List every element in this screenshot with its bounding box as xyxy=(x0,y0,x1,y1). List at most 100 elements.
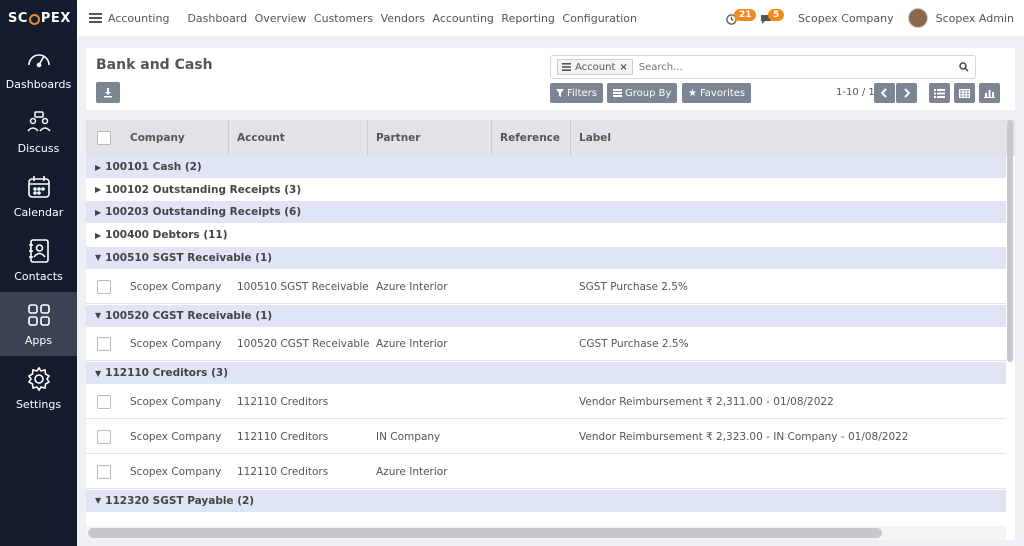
menu-item-accounting[interactable]: Accounting xyxy=(432,12,493,25)
logo-text-left: SC xyxy=(8,10,28,26)
column-header-company[interactable]: Company xyxy=(122,120,229,156)
group-label: 112110 Creditors (3) xyxy=(105,367,228,380)
row-checkbox-cell xyxy=(97,327,111,361)
sidebar-item-label: Discuss xyxy=(17,141,60,155)
menu-toggle-icon[interactable] xyxy=(89,13,102,23)
menu-item-overview[interactable]: Overview xyxy=(255,12,307,25)
menu-item-vendors[interactable]: Vendors xyxy=(381,12,425,25)
search-bar[interactable]: Account × Search... xyxy=(550,55,976,79)
group-label: 100520 CGST Receivable (1) xyxy=(105,309,273,322)
row-checkbox[interactable] xyxy=(97,394,111,409)
list-view-button[interactable] xyxy=(929,83,950,103)
row-checkbox-cell xyxy=(97,455,111,489)
download-button[interactable] xyxy=(96,82,120,103)
sidebar-item-contacts[interactable]: Contacts xyxy=(0,228,77,292)
column-header-account[interactable]: Account xyxy=(229,120,368,156)
menu-item-reporting[interactable]: Reporting xyxy=(501,12,554,25)
user-menu[interactable]: Scopex Admin xyxy=(936,12,1014,25)
group-row[interactable]: ▶ 100102 Outstanding Receipts (3) xyxy=(86,178,1006,201)
row-checkbox-cell xyxy=(97,270,111,304)
caret-right-icon: ▶ xyxy=(95,207,102,217)
menu-item-customers[interactable]: Customers xyxy=(314,12,373,25)
caret-right-icon: ▶ xyxy=(95,185,102,195)
group-by-button[interactable]: Group By xyxy=(607,83,678,103)
group-row[interactable]: ▼ 112320 SGST Payable (2) xyxy=(86,489,1006,512)
cell-label: Vendor Reimbursement ₹ 2,311.00 - 01/08/… xyxy=(579,395,834,408)
cell-partner: Azure Interior xyxy=(376,465,448,478)
cell-label: CGST Purchase 2.5% xyxy=(579,338,689,351)
graph-view-button[interactable] xyxy=(979,83,1000,103)
column-header-label[interactable]: Label xyxy=(571,120,1006,156)
group-row[interactable]: ▶ 100101 Cash (2) xyxy=(86,156,1006,178)
layers-icon xyxy=(613,89,622,97)
group-label: 100102 Outstanding Receipts (3) xyxy=(105,183,302,196)
sidebar-item-discuss[interactable]: Discuss xyxy=(0,100,77,164)
sidebar-item-dashboards[interactable]: Dashboards xyxy=(0,36,77,100)
apps-grid-icon xyxy=(27,303,50,326)
group-row[interactable]: ▼ 100520 CGST Receivable (1) xyxy=(86,304,1006,327)
row-checkbox[interactable] xyxy=(97,337,111,352)
table-row[interactable]: Scopex Company 112110 Creditors Azure Inte… xyxy=(86,455,1006,489)
facet-remove-icon[interactable]: × xyxy=(619,62,627,73)
cell-partner: IN Company xyxy=(376,430,441,443)
group-row[interactable]: ▶ 100400 Debtors (11) xyxy=(86,224,1006,247)
menu-item-dashboard[interactable]: Dashboard xyxy=(187,12,247,25)
column-header-partner[interactable]: Partner xyxy=(368,120,492,156)
star-icon: ★ xyxy=(688,87,697,99)
vertical-scrollbar[interactable] xyxy=(1007,120,1013,362)
caret-down-icon: ▼ xyxy=(95,311,102,320)
group-label: 100101 Cash (2) xyxy=(105,161,202,173)
pager-next-button[interactable] xyxy=(896,83,917,103)
sidebar-item-label: Apps xyxy=(24,333,53,347)
sidebar-item-label: Calendar xyxy=(13,205,64,219)
column-header-reference[interactable]: Reference xyxy=(492,120,571,156)
group-row[interactable]: ▼ 112110 Creditors (3) xyxy=(86,362,1006,385)
menu-item-configuration[interactable]: Configuration xyxy=(562,12,637,25)
list-icon xyxy=(562,63,571,71)
favorites-button[interactable]: ★ Favorites xyxy=(682,83,752,103)
cell-partner: Azure Interior xyxy=(376,338,448,351)
favorites-label: Favorites xyxy=(699,87,746,99)
sidebar-item-calendar[interactable]: Calendar xyxy=(0,164,77,228)
top-navbar: Accounting Dashboard Overview Customers … xyxy=(77,0,1024,36)
user-avatar[interactable] xyxy=(907,8,928,28)
cell-account: 100510 SGST Receivable xyxy=(237,280,369,293)
page-title: Bank and Cash xyxy=(96,57,213,73)
table-row[interactable]: Scopex Company 100520 CGST Receivable Azur… xyxy=(86,327,1006,362)
group-row[interactable]: ▶ 100203 Outstanding Receipts (6) xyxy=(86,201,1006,224)
top-menu: Dashboard Overview Customers Vendors Acc… xyxy=(187,12,641,25)
sidebar-item-label: Settings xyxy=(15,397,62,411)
group-row[interactable]: ▼ 100510 SGST Receivable (1) xyxy=(86,246,1006,269)
app-title[interactable]: Accounting xyxy=(108,12,169,25)
logo[interactable]: SC PEX xyxy=(0,0,77,36)
gauge-icon xyxy=(27,53,50,67)
row-checkbox-cell xyxy=(97,385,111,419)
filters-label: Filters xyxy=(567,87,597,99)
activity-button[interactable]: 21 xyxy=(726,8,757,28)
row-checkbox[interactable] xyxy=(97,464,111,479)
sidebar-item-settings[interactable]: Settings xyxy=(0,356,77,420)
table-row[interactable]: Scopex Company 112110 Creditors IN Company… xyxy=(86,420,1006,454)
group-label: 112320 SGST Payable (2) xyxy=(105,494,255,507)
sidebar-item-label: Dashboards xyxy=(5,77,72,91)
table-row[interactable]: Scopex Company 100510 SGST Receivable Azur… xyxy=(86,270,1006,304)
filters-button[interactable]: Filters xyxy=(550,83,603,103)
pivot-view-button[interactable] xyxy=(954,83,975,103)
messages-button[interactable]: 5 xyxy=(760,8,786,28)
sidebar-item-apps[interactable]: Apps xyxy=(0,292,77,356)
company-switcher[interactable]: Scopex Company xyxy=(798,12,894,25)
select-all-checkbox[interactable] xyxy=(97,131,111,145)
table-row[interactable]: Scopex Company 112110 Creditors Vendor Rei… xyxy=(86,385,1006,419)
search-icon[interactable] xyxy=(959,62,969,72)
row-checkbox[interactable] xyxy=(97,429,111,444)
table-grid-icon xyxy=(959,88,970,98)
search-input[interactable]: Search... xyxy=(639,62,683,73)
cell-company: Scopex Company xyxy=(130,465,222,478)
cell-company: Scopex Company xyxy=(130,280,222,293)
horizontal-scrollbar-track xyxy=(86,526,1006,540)
group-label: 100203 Outstanding Receipts (6) xyxy=(105,206,302,219)
row-checkbox[interactable] xyxy=(97,279,111,294)
pager-previous-button[interactable] xyxy=(874,83,895,103)
horizontal-scrollbar[interactable] xyxy=(88,528,882,538)
cell-company: Scopex Company xyxy=(130,338,222,351)
